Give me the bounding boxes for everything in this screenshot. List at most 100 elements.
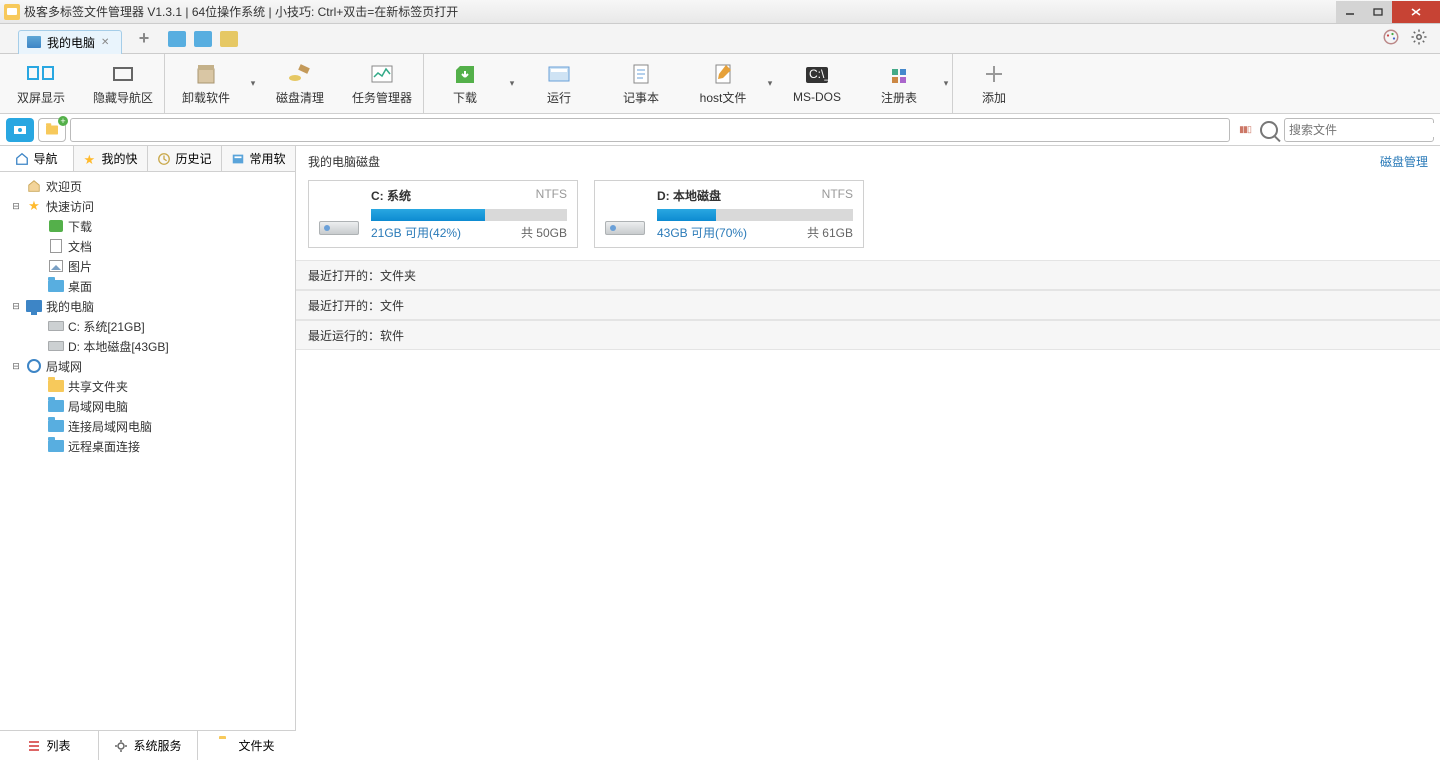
window-title: 极客多标签文件管理器 V1.3.1 | 64位操作系统 | 小技巧: Ctrl+… <box>24 3 1336 20</box>
toolbar-label: 双屏显示 <box>17 89 65 106</box>
tree-twisty-icon[interactable]: ⊟ <box>10 301 22 312</box>
history-tool-icon[interactable] <box>220 31 238 47</box>
close-button[interactable] <box>1392 1 1440 23</box>
sidebar: 导航★我的快历史记常用软 欢迎页⊟★快速访问下载文档图片桌面⊟我的电脑C: 系统… <box>0 146 296 730</box>
tree-item[interactable]: 局域网电脑 <box>0 396 295 416</box>
refresh-icon[interactable] <box>168 31 186 47</box>
tree-item[interactable]: C: 系统[21GB] <box>0 316 295 336</box>
brush-icon <box>286 62 314 86</box>
tree-label: 文档 <box>68 238 92 255</box>
host-icon <box>709 62 737 86</box>
tree-label: 欢迎页 <box>46 178 82 195</box>
tree-item[interactable]: 远程桌面连接 <box>0 436 295 456</box>
dropdown-icon[interactable] <box>764 78 776 89</box>
disk-icon <box>605 187 647 241</box>
star-icon: ★ <box>26 199 42 213</box>
tree-item[interactable]: 文档 <box>0 236 295 256</box>
tabstrip: 我的电脑 ✕ + <box>0 24 1440 54</box>
tree-item[interactable]: 连接局域网电脑 <box>0 416 295 436</box>
dos-icon: C:\_ <box>803 63 831 87</box>
toolbar-run-button[interactable]: 运行 <box>518 54 600 113</box>
settings-icon[interactable] <box>1410 28 1428 49</box>
box-icon <box>192 62 220 86</box>
tree-item[interactable]: 桌面 <box>0 276 295 296</box>
tree-item[interactable]: ⊟★快速访问 <box>0 196 295 216</box>
tree-item[interactable]: 图片 <box>0 256 295 276</box>
tree-item[interactable]: 欢迎页 <box>0 176 295 196</box>
sidebar-tab-1[interactable]: ★我的快 <box>74 146 148 171</box>
recent-section-header[interactable]: 最近打开的：文件夹 <box>296 260 1440 290</box>
tab-my-computer[interactable]: 我的电脑 ✕ <box>18 30 122 54</box>
address-input[interactable] <box>70 118 1230 142</box>
monitor-icon <box>27 36 41 48</box>
toolbar-label: 运行 <box>547 89 571 106</box>
sidebar-tab-2[interactable]: 历史记 <box>148 146 222 171</box>
disk-name: C: 系统 <box>371 187 411 204</box>
toolbar-taskmgr-button[interactable]: 任务管理器 <box>341 54 423 113</box>
bottom-tab-2[interactable]: 文件夹 <box>198 731 296 760</box>
theme-icon[interactable] <box>1382 28 1400 49</box>
bottom-tab-1[interactable]: 系统服务 <box>99 731 198 760</box>
maximize-button[interactable] <box>1364 1 1392 23</box>
toolbar-host-button[interactable]: host文件 <box>682 54 764 113</box>
sidebar-tab-label: 常用软 <box>249 150 285 167</box>
recent-section-header[interactable]: 最近运行的：软件 <box>296 320 1440 350</box>
breadcrumb-overflow-icon[interactable]: ▮▮▯ <box>1234 119 1256 141</box>
disk-icon <box>48 319 64 333</box>
toolbar-label: 记事本 <box>623 89 659 106</box>
toolbar-dos-button[interactable]: C:\_MS-DOS <box>776 54 858 113</box>
note-icon <box>627 62 655 86</box>
disk-card[interactable]: C: 系统NTFS21GB 可用(42%)共 50GB <box>308 180 578 248</box>
bottom-tab-0[interactable]: 列表 <box>0 731 99 760</box>
nav-home-button[interactable] <box>6 118 34 142</box>
green-icon <box>48 219 64 233</box>
sidebar-tab-label: 历史记 <box>175 150 211 167</box>
bottom-tab-label: 文件夹 <box>238 737 274 754</box>
tree-label: 我的电脑 <box>46 298 94 315</box>
sidebar-tab-3[interactable]: 常用软 <box>222 146 295 171</box>
dropdown-icon[interactable] <box>247 78 259 89</box>
folderblue-icon <box>48 279 64 293</box>
plus-icon <box>980 62 1008 86</box>
tree-item[interactable]: 共享文件夹 <box>0 376 295 396</box>
toolbar-reg-button[interactable]: 注册表 <box>858 54 940 113</box>
tree-item[interactable]: ⊟局域网 <box>0 356 295 376</box>
toolbar-rect-button[interactable]: 隐藏导航区 <box>82 54 164 113</box>
sidebar-tab-0[interactable]: 导航 <box>0 146 74 171</box>
toolbar-label: 任务管理器 <box>352 89 412 106</box>
disk-usage-bar <box>657 209 853 221</box>
sidebar-tab-label: 导航 <box>33 150 57 167</box>
toolbar: 双屏显示隐藏导航区卸载软件磁盘清理任务管理器下载运行 记事本 host文件C:\_M… <box>0 54 1440 114</box>
dropdown-icon[interactable] <box>940 78 952 89</box>
new-folder-button[interactable] <box>38 118 66 142</box>
minimize-button[interactable] <box>1336 1 1364 23</box>
tree-label: 共享文件夹 <box>68 378 128 395</box>
toolbar-dual-button[interactable]: 双屏显示 <box>0 54 82 113</box>
toolbar-dlgreen-button[interactable]: 下载 <box>424 54 506 113</box>
folder-tool-icon[interactable] <box>194 31 212 47</box>
tree-label: 图片 <box>68 258 92 275</box>
toolbar-box-button[interactable]: 卸载软件 <box>165 54 247 113</box>
tree-item[interactable]: D: 本地磁盘[43GB] <box>0 336 295 356</box>
disk-management-link[interactable]: 磁盘管理 <box>1380 153 1428 170</box>
disk-card[interactable]: D: 本地磁盘NTFS43GB 可用(70%)共 61GB <box>594 180 864 248</box>
toolbar-brush-button[interactable]: 磁盘清理 <box>259 54 341 113</box>
tree-item[interactable]: 下载 <box>0 216 295 236</box>
folderblue-icon <box>48 419 64 433</box>
tree-item[interactable]: ⊟ 我的电脑 <box>0 296 295 316</box>
search-input[interactable] <box>1289 123 1440 137</box>
bottom-tab-icon <box>219 739 233 753</box>
toolbar-plus-button[interactable]: 添加 <box>953 54 1035 113</box>
reg-icon <box>885 62 913 86</box>
folderblue-icon <box>48 399 64 413</box>
new-tab-button[interactable]: + <box>134 28 154 49</box>
recent-section-header[interactable]: 最近打开的：文件 <box>296 290 1440 320</box>
toolbar-note-button[interactable]: 记事本 <box>600 54 682 113</box>
toolbar-label: 注册表 <box>881 89 917 106</box>
nav-tree: 欢迎页⊟★快速访问下载文档图片桌面⊟我的电脑C: 系统[21GB]D: 本地磁盘… <box>0 172 295 730</box>
tab-close-icon[interactable]: ✕ <box>101 37 113 48</box>
tree-twisty-icon[interactable]: ⊟ <box>10 201 22 212</box>
tree-twisty-icon[interactable]: ⊟ <box>10 361 22 372</box>
sidebar-tab-icon <box>15 152 29 166</box>
dropdown-icon[interactable] <box>506 78 518 89</box>
